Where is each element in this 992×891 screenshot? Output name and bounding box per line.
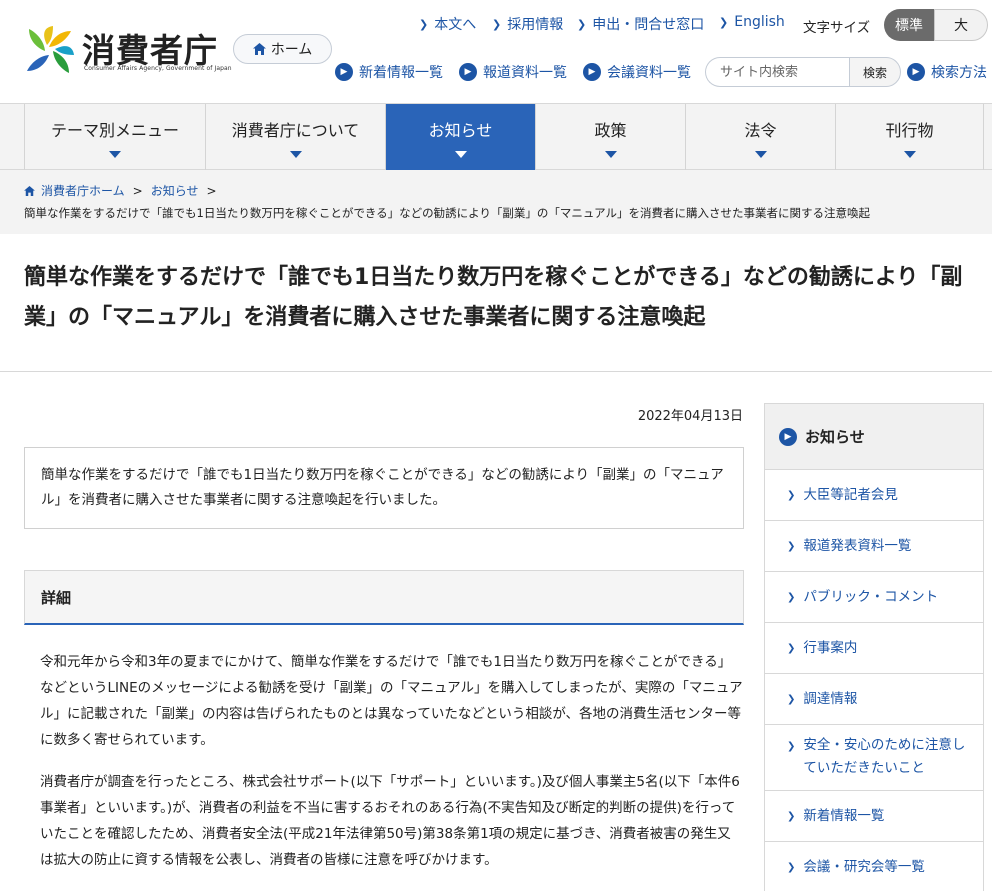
sidebar-item-new-info[interactable]: ❯ 新着情報一覧 (765, 791, 983, 842)
detail-heading: 詳細 (24, 570, 744, 625)
sidebar-item-meetings[interactable]: ❯ 会議・研究会等一覧 (765, 842, 983, 891)
site-search-input[interactable] (705, 57, 849, 87)
sidebar-item-press-releases[interactable]: ❯ 報道発表資料一覧 (765, 521, 983, 572)
chevron-right-icon: ❯ (787, 741, 796, 752)
skip-to-content-link[interactable]: ❯ 本文へ (419, 14, 476, 34)
nav-item-publications[interactable]: 刊行物 (835, 104, 984, 170)
caret-down-icon (289, 150, 302, 158)
publish-date: 2022年04月13日 (637, 409, 743, 424)
chevron-right-icon: ❯ (419, 17, 429, 31)
chevron-right-icon: ❯ (577, 17, 587, 31)
home-button-label: ホーム (270, 42, 313, 58)
chevron-right-icon: ❯ (787, 540, 796, 552)
chevron-right-icon: ❯ (787, 591, 796, 603)
house-icon (24, 185, 35, 196)
sidebar: ▶ お知らせ ❯ 大臣等記者会見 ❯ 報道発表資料一覧 ❯ パブリック・コメント ❯ 行事… (764, 403, 984, 891)
sidebar-item-press-conference[interactable]: ❯ 大臣等記者会見 (765, 470, 983, 521)
home-button[interactable]: ホーム (233, 34, 332, 64)
body-paragraph-1: 令和元年から令和3年の夏までにかけて、簡単な作業をするだけで「誰でも1日当たり数… (40, 654, 743, 748)
press-release-link[interactable]: ▶ 報道資料一覧 (459, 62, 567, 82)
nav-item-policy[interactable]: 政策 (535, 104, 685, 170)
new-info-link[interactable]: ▶ 新着情報一覧 (335, 62, 443, 82)
logo-subtitle: Consumer Affairs Agency, Government of J… (84, 65, 232, 72)
chevron-right-icon: ❯ (492, 17, 502, 31)
body-paragraph-2: 消費者庁が調査を行ったところ、株式会社サポート(以下「サポート」といいます。)及… (40, 774, 740, 868)
chevron-right-icon: ❯ (787, 861, 796, 873)
chevron-right-icon: ❯ (719, 15, 729, 29)
page-title: 簡単な作業をするだけで「誰でも1日当たり数万円を稼ぐことができる」などの勧誘によ… (24, 265, 963, 330)
nav-item-law[interactable]: 法令 (685, 104, 835, 170)
caret-down-icon (754, 150, 767, 158)
site-logo[interactable]: 消費者庁 Consumer Affairs Agency, Government… (22, 22, 232, 78)
nav-item-about[interactable]: 消費者庁について (205, 104, 385, 170)
chevron-right-icon: ❯ (787, 489, 796, 501)
font-size-large-button[interactable]: 大 (934, 9, 988, 41)
arrow-circle-icon: ▶ (907, 63, 925, 81)
breadcrumb-news-link[interactable]: お知らせ (151, 182, 199, 199)
search-help-link[interactable]: ▶ 検索方法 (907, 62, 987, 82)
breadcrumb-separator: > (206, 183, 217, 198)
sidebar-item-procurement[interactable]: ❯ 調達情報 (765, 674, 983, 725)
house-icon (252, 43, 266, 55)
site-header: 消費者庁 Consumer Affairs Agency, Government… (0, 0, 992, 104)
sidebar-item-events[interactable]: ❯ 行事案内 (765, 623, 983, 674)
search-button[interactable]: 検索 (849, 57, 901, 87)
caret-down-icon (454, 150, 467, 158)
chevron-right-icon: ❯ (787, 693, 796, 705)
sidebar-item-public-comment[interactable]: ❯ パブリック・コメント (765, 572, 983, 623)
english-link[interactable]: ❯ English (719, 14, 785, 30)
chevron-right-icon: ❯ (787, 642, 796, 654)
nav-item-theme-menu[interactable]: テーマ別メニュー (24, 104, 205, 170)
global-nav: テーマ別メニュー 消費者庁について お知らせ 政策 法令 刊行物 (0, 104, 992, 170)
font-size-label: 文字サイズ (803, 20, 871, 36)
recruit-link[interactable]: ❯ 採用情報 (492, 14, 563, 34)
breadcrumb-separator: > (132, 183, 143, 198)
meeting-docs-link[interactable]: ▶ 会議資料一覧 (583, 62, 691, 82)
breadcrumb: 消費者庁ホーム > お知らせ > 簡単な作業をするだけで「誰でも1日当たり数万円… (0, 170, 992, 234)
arrow-circle-icon: ▶ (459, 63, 477, 81)
arrow-circle-icon: ▶ (335, 63, 353, 81)
caret-down-icon (604, 150, 617, 158)
contact-link[interactable]: ❯ 申出・問合せ窓口 (577, 14, 704, 34)
font-size-standard-button[interactable]: 標準 (884, 9, 934, 41)
caret-down-icon (903, 150, 916, 158)
title-divider (0, 371, 992, 372)
arrow-circle-icon: ▶ (583, 63, 601, 81)
breadcrumb-home-link[interactable]: 消費者庁ホーム (41, 182, 125, 199)
chevron-right-icon: ❯ (787, 810, 796, 822)
caret-down-icon (109, 150, 121, 158)
summary-box: 簡単な作業をするだけで「誰でも1日当たり数万円を稼ぐことができる」などの勧誘によ… (24, 447, 744, 529)
sidebar-item-safety-notices[interactable]: ❯ 安全・安心のために注意していただきたいこと (765, 725, 983, 791)
breadcrumb-current: 簡単な作業をするだけで「誰でも1日当たり数万円を稼ぐことができる」などの勧誘によ… (24, 206, 871, 220)
nav-item-news[interactable]: お知らせ (385, 104, 535, 170)
arrow-circle-icon: ▶ (779, 427, 797, 446)
sidebar-heading[interactable]: ▶ お知らせ (765, 404, 983, 470)
logo-mark-icon (27, 26, 74, 73)
